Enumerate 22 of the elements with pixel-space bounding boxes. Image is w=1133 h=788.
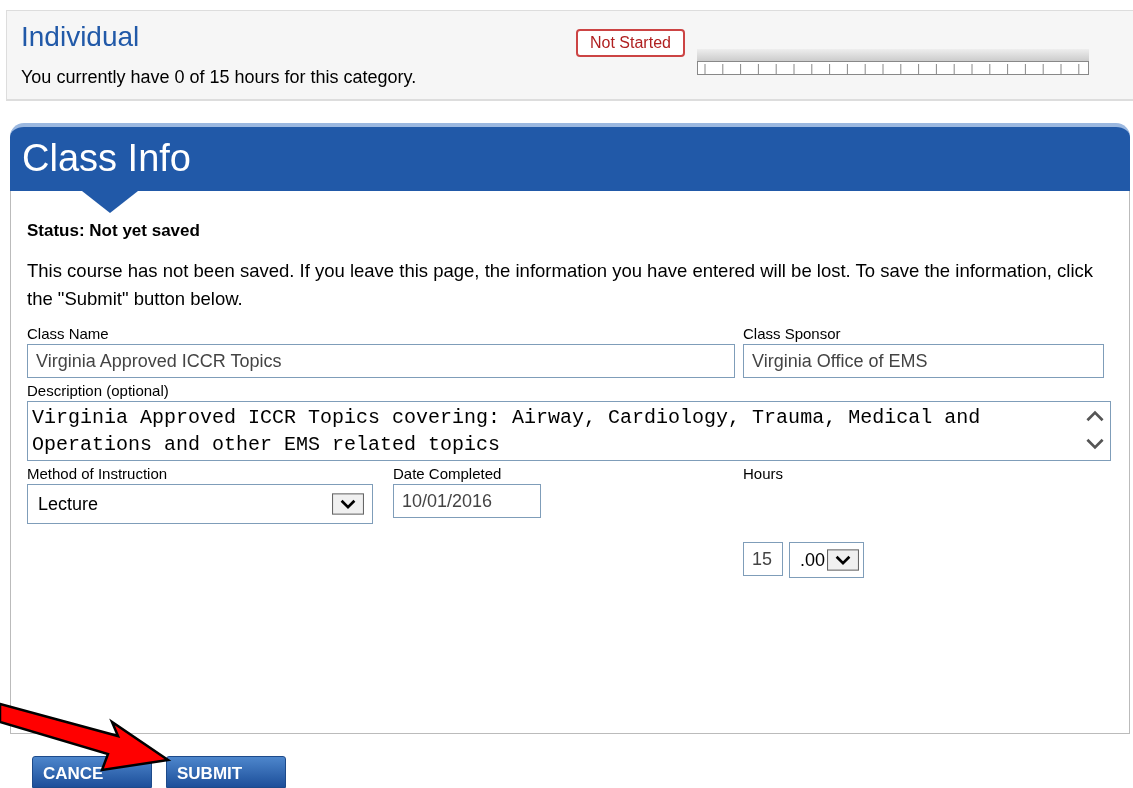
submit-button[interactable]: SUBMIT (166, 756, 286, 788)
hours-field[interactable]: 15 (743, 542, 783, 576)
panel-title: Class Info (22, 137, 191, 180)
date-field[interactable]: 10/01/2016 (393, 484, 541, 518)
field-label: Class Sponsor (743, 325, 842, 342)
class-sponsor-field[interactable]: Virginia Office of EMS (743, 344, 1104, 378)
field-label: Date Completed (393, 465, 503, 482)
hours-summary: You currently have 0 of 15 hours for this category. (21, 67, 418, 88)
field-label: Method of Instruction (27, 465, 169, 482)
method-select[interactable]: Lecture (27, 484, 373, 524)
category-title: Individual (21, 21, 141, 53)
description-field[interactable]: Virginia Approved ICCR Topics covering: Airway, Cardiology, Trauma, Medical and Operations and other EMS related topics (27, 401, 1111, 461)
save-status: Status: Not yet saved (27, 221, 201, 241)
class-name-field[interactable]: Virginia Approved ICCR Topics (27, 344, 735, 378)
status-badge: Not Started (576, 29, 685, 57)
dropdown-icon[interactable] (827, 549, 860, 571)
dropdown-icon[interactable] (332, 493, 364, 515)
field-label: Hours (743, 465, 784, 482)
notice-text: This course has not been saved. If you leave this page, the information you have entered will be lost. To save the information, click the "Submit" button below. (27, 259, 1095, 311)
minutes-select[interactable]: .00 (789, 542, 865, 578)
field-label: Description (optional) (27, 382, 170, 399)
field-label: Class Name (27, 325, 110, 342)
